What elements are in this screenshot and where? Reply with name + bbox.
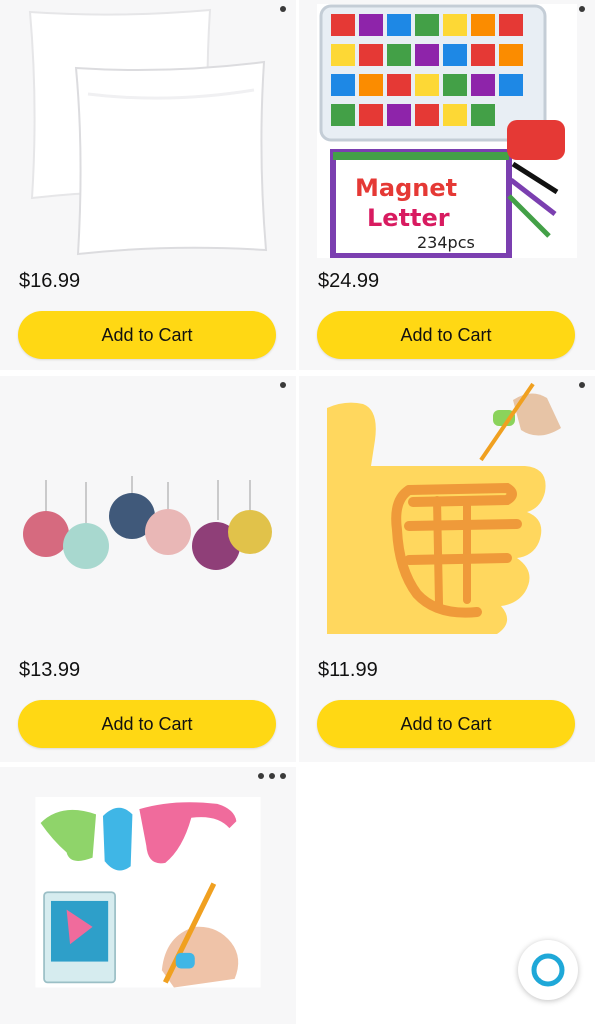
magnet-letters-image[interactable]: Magnet Letter 234pcs [317,4,577,258]
product-price: $24.99 [318,270,380,292]
more-options-icon[interactable] [258,771,286,781]
pencil-grips-pack-image[interactable] [18,797,278,1017]
paper-lanterns-image[interactable] [18,380,278,634]
magnet-box-line2: Letter [367,204,450,232]
magnet-box-line1: Magnet [355,174,457,202]
product-price: $16.99 [19,270,81,292]
alexa-icon[interactable] [518,940,578,1000]
product-grid: $16.99 Add to Cart Magnet Letter 234pcs … [0,0,595,1024]
product-card[interactable] [0,767,296,1024]
product-price: $11.99 [318,659,378,681]
add-to-cart-button[interactable]: Add to Cart [317,700,575,748]
product-price: $13.99 [19,659,81,681]
add-to-cart-button[interactable]: Add to Cart [18,311,276,359]
product-card[interactable]: $16.99 Add to Cart [0,0,296,370]
product-card[interactable]: Magnet Letter 234pcs $24.99 Add to Cart [299,0,595,370]
product-card[interactable]: $13.99 Add to Cart [0,376,296,762]
alexa-ring-icon [531,953,565,987]
pencil-grip-image[interactable] [317,380,577,634]
white-pillows-image[interactable] [18,4,278,258]
product-card[interactable]: $11.99 Add to Cart [299,376,595,762]
add-to-cart-button[interactable]: Add to Cart [18,700,276,748]
add-to-cart-button[interactable]: Add to Cart [317,311,575,359]
magnet-box-line3: 234pcs [417,233,475,252]
